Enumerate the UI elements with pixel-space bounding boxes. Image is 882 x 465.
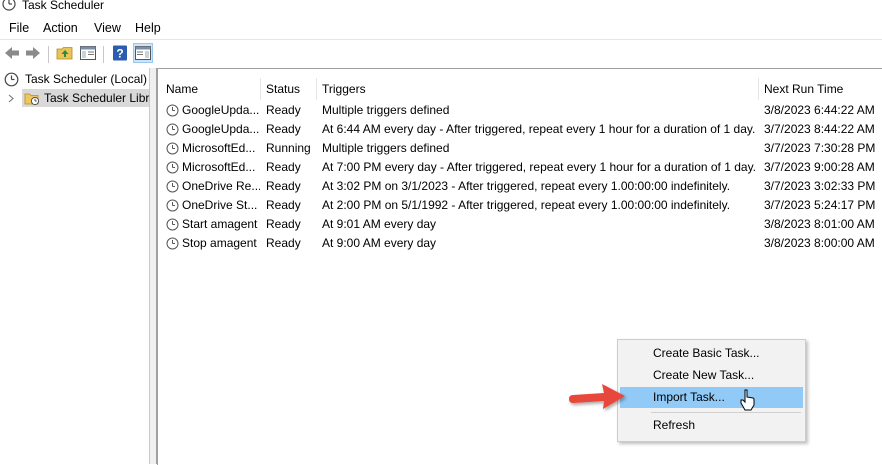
pane-splitter[interactable] <box>150 68 157 464</box>
task-status: Ready <box>266 236 301 250</box>
table-row[interactable]: Stop amagent Ready At 9:00 AM every day … <box>158 234 882 253</box>
column-divider[interactable] <box>316 78 317 100</box>
column-divider[interactable] <box>758 78 759 100</box>
task-status: Ready <box>266 217 301 231</box>
menu-help[interactable]: Help <box>135 19 161 37</box>
task-triggers: At 7:00 PM every day - After triggered, … <box>322 160 757 174</box>
task-status: Ready <box>266 122 301 136</box>
table-row[interactable]: GoogleUpda... Ready At 6:44 AM every day… <box>158 120 882 139</box>
menu-item-label: Refresh <box>653 418 696 432</box>
toolbar: ? <box>0 39 882 69</box>
task-next-run: 3/7/2023 7:30:28 PM <box>764 141 876 155</box>
task-next-run: 3/8/2023 6:44:22 AM <box>764 103 875 117</box>
task-next-run: 3/7/2023 8:44:22 AM <box>764 122 875 136</box>
task-clock-icon <box>166 218 179 231</box>
task-clock-icon <box>166 142 179 155</box>
folder-clock-icon <box>24 93 40 106</box>
menu-item-label: Import Task... <box>653 390 725 404</box>
column-header-status[interactable]: Status <box>266 78 300 100</box>
chevron-right-icon[interactable] <box>7 94 15 103</box>
task-name: Stop amagent <box>182 236 257 250</box>
mouse-pointer-icon <box>740 389 755 411</box>
title-bar: Task Scheduler <box>0 0 882 14</box>
menu-view[interactable]: View <box>94 19 121 37</box>
task-triggers: At 9:00 AM every day <box>322 236 437 250</box>
task-status: Ready <box>266 198 301 212</box>
task-clock-icon <box>166 199 179 212</box>
task-name: OneDrive St... <box>182 198 258 212</box>
show-hide-console-tree-icon[interactable] <box>79 44 97 62</box>
table-row[interactable]: Start amagent Ready At 9:01 AM every day… <box>158 215 882 234</box>
table-row[interactable]: GoogleUpda... Ready Multiple triggers de… <box>158 101 882 120</box>
window-title: Task Scheduler <box>22 0 105 12</box>
task-scheduler-clock-icon <box>2 0 16 11</box>
toolbar-separator <box>48 46 49 63</box>
svg-text:?: ? <box>116 47 123 61</box>
task-next-run: 3/7/2023 5:24:17 PM <box>764 198 876 212</box>
task-next-run: 3/8/2023 8:00:00 AM <box>764 236 875 250</box>
toolbar-separator <box>103 46 104 63</box>
task-status: Ready <box>266 103 301 117</box>
task-clock-icon <box>166 237 179 250</box>
menu-item-refresh[interactable]: Refresh <box>620 415 803 436</box>
tree-item-task-scheduler-library[interactable]: Task Scheduler Library <box>0 89 166 107</box>
task-name: OneDrive Re... <box>182 179 260 193</box>
show-hide-action-pane-icon[interactable] <box>133 43 153 63</box>
task-clock-icon <box>166 123 179 136</box>
task-triggers: At 3:02 PM on 3/1/2023 - After triggered… <box>322 179 731 193</box>
context-menu: Create Basic Task... Create New Task... … <box>617 339 806 442</box>
column-header-triggers[interactable]: Triggers <box>322 78 366 100</box>
up-folder-icon[interactable] <box>56 44 74 62</box>
menu-bar: File Action View Help <box>0 17 882 39</box>
task-next-run: 3/7/2023 9:00:28 AM <box>764 160 875 174</box>
menu-file[interactable]: File <box>9 19 29 37</box>
back-arrow-icon[interactable] <box>3 44 21 62</box>
task-triggers: Multiple triggers defined <box>322 141 450 155</box>
task-status: Ready <box>266 179 301 193</box>
table-row[interactable]: MicrosoftEd... Ready At 7:00 PM every da… <box>158 158 882 177</box>
help-icon[interactable]: ? <box>111 44 129 62</box>
task-name: MicrosoftEd... <box>182 160 256 174</box>
menu-separator <box>651 412 801 413</box>
clock-icon <box>4 72 19 87</box>
task-triggers: Multiple triggers defined <box>322 103 450 117</box>
menu-item-import-task[interactable]: Import Task... <box>620 387 803 408</box>
menu-item-create-basic-task[interactable]: Create Basic Task... <box>620 343 803 364</box>
forward-arrow-icon[interactable] <box>24 44 42 62</box>
task-name: GoogleUpda... <box>182 103 260 117</box>
task-clock-icon <box>166 180 179 193</box>
task-next-run: 3/8/2023 8:01:00 AM <box>764 217 875 231</box>
red-arrow-icon <box>569 384 625 409</box>
task-triggers: At 6:44 AM every day - After triggered, … <box>322 122 756 136</box>
task-clock-icon <box>166 161 179 174</box>
task-status: Ready <box>266 160 301 174</box>
menu-action[interactable]: Action <box>43 19 78 37</box>
task-clock-icon <box>166 104 179 117</box>
table-row[interactable]: MicrosoftEd... Running Multiple triggers… <box>158 139 882 158</box>
tree-root-label: Task Scheduler (Local) <box>25 72 148 86</box>
task-name: Start amagent <box>182 217 258 231</box>
menu-item-create-new-task[interactable]: Create New Task... <box>620 365 803 386</box>
menu-item-label: Create New Task... <box>653 368 755 382</box>
task-name: GoogleUpda... <box>182 122 260 136</box>
task-next-run: 3/7/2023 3:02:33 PM <box>764 179 876 193</box>
tree-child-label: Task Scheduler Library <box>44 91 167 105</box>
task-name: MicrosoftEd... <box>182 141 256 155</box>
column-divider[interactable] <box>260 78 261 100</box>
task-triggers: At 2:00 PM on 5/1/1992 - After triggered… <box>322 198 731 212</box>
task-triggers: At 9:01 AM every day <box>322 217 437 231</box>
table-row[interactable]: OneDrive Re... Ready At 3:02 PM on 3/1/2… <box>158 177 882 196</box>
task-status: Running <box>266 141 311 155</box>
table-row[interactable]: OneDrive St... Ready At 2:00 PM on 5/1/1… <box>158 196 882 215</box>
column-header-next-run-time[interactable]: Next Run Time <box>764 78 843 100</box>
console-tree: Task Scheduler (Local) Task Scheduler Li… <box>0 68 166 464</box>
menu-item-label: Create Basic Task... <box>653 346 760 360</box>
tree-item-task-scheduler-local[interactable]: Task Scheduler (Local) <box>0 70 149 88</box>
column-header-name[interactable]: Name <box>166 78 198 100</box>
